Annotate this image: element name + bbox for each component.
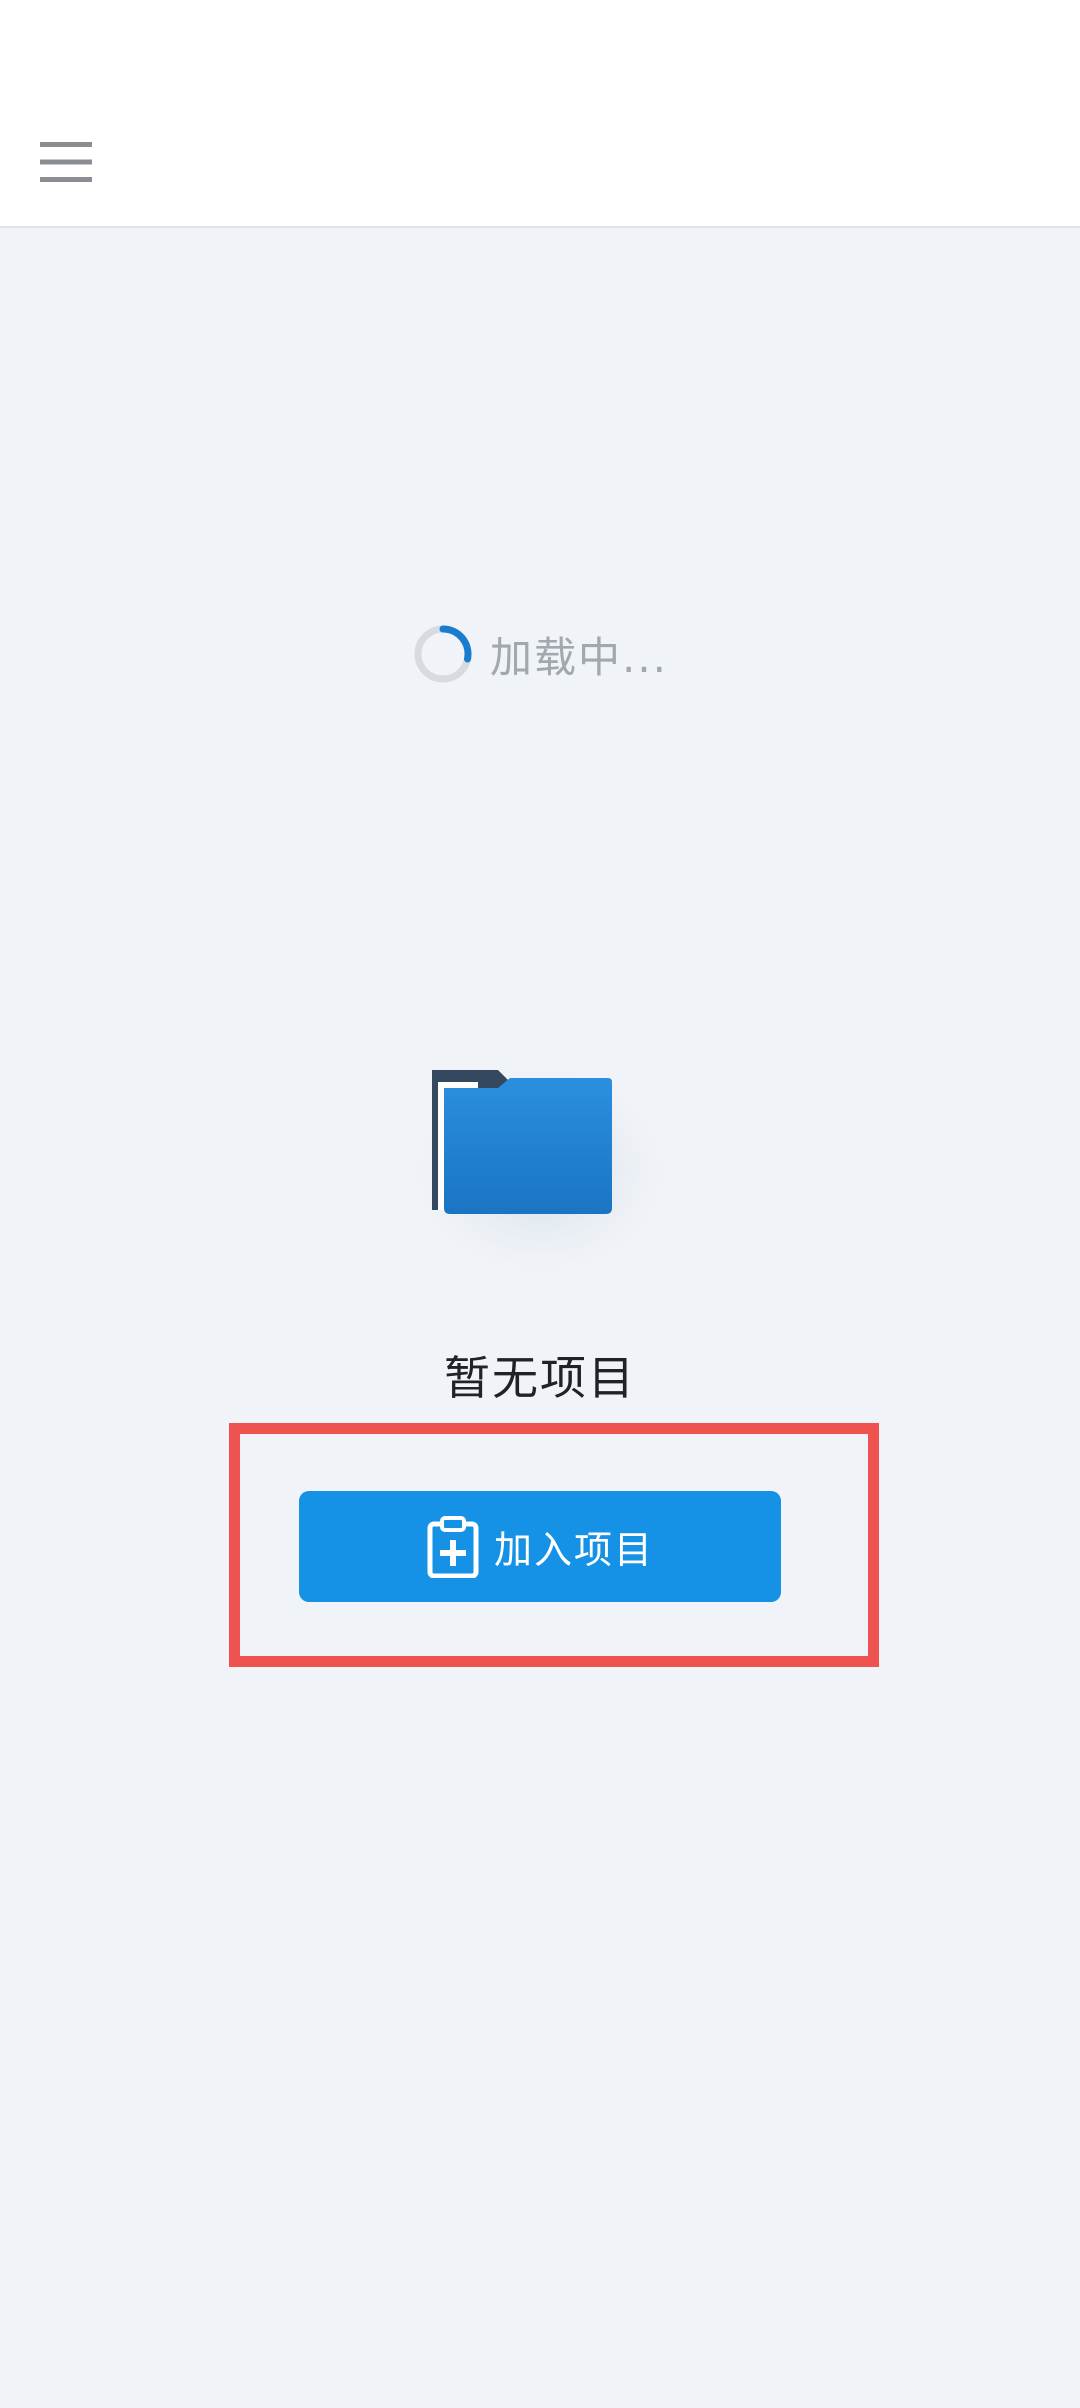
join-project-button[interactable]: 加入项目 [299, 1491, 781, 1602]
empty-state-illustration [400, 1030, 680, 1270]
loading-indicator: 加载中... [0, 614, 1080, 694]
clipboard-plus-icon [426, 1515, 480, 1578]
folder-icon [400, 1045, 680, 1270]
spinner-icon [414, 625, 472, 683]
loading-text: 加载中... [489, 632, 669, 682]
menu-button[interactable] [30, 128, 102, 196]
hamburger-menu-icon [40, 142, 92, 182]
empty-state-text: 暂无项目 [444, 1351, 636, 1405]
top-app-bar [0, 0, 1080, 228]
join-project-label: 加入项目 [493, 1528, 654, 1572]
